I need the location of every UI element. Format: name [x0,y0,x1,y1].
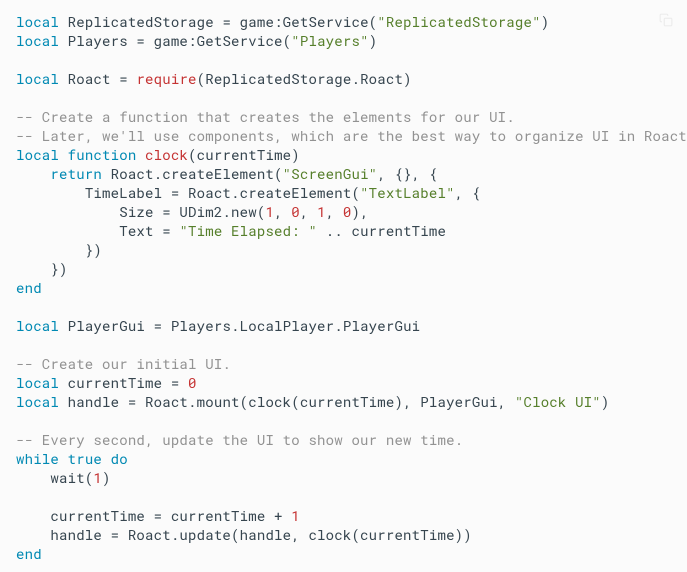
code-line: local PlayerGui = Players.LocalPlayer.Pl… [16,316,420,335]
code-line: return Roact.createElement("ScreenGui", … [16,164,438,183]
code-line: end [16,544,42,563]
code-line: local currentTime = 0 [16,373,197,392]
code-line: while true do [16,449,128,468]
code-line: local Players = game:GetService("Players… [16,31,377,50]
code-line: local handle = Roact.mount(clock(current… [16,392,610,411]
code-line: local ReplicatedStorage = game:GetServic… [16,12,549,31]
code-block: local ReplicatedStorage = game:GetServic… [16,12,671,563]
code-line: }) [16,259,68,278]
code-line: wait(1) [16,468,111,487]
code-line: local Roact = require(ReplicatedStorage.… [16,69,412,88]
code-line: }) [16,240,102,259]
code-line: TimeLabel = Roact.createElement("TextLab… [16,183,481,202]
copy-icon[interactable] [659,12,673,26]
code-line: Text = "Time Elapsed: " .. currentTime [16,221,446,240]
code-line: handle = Roact.update(handle, clock(curr… [16,525,472,544]
code-line: currentTime = currentTime + 1 [16,506,300,525]
code-line: -- Create our initial UI. [16,354,231,373]
code-line: -- Every second, update the UI to show o… [16,430,463,449]
code-line: -- Create a function that creates the el… [16,107,515,126]
code-line: end [16,278,42,297]
code-line: -- Later, we'll use components, which ar… [16,126,687,145]
code-line: Size = UDim2.new(1, 0, 1, 0), [16,202,369,221]
code-line: local function clock(currentTime) [16,145,300,164]
